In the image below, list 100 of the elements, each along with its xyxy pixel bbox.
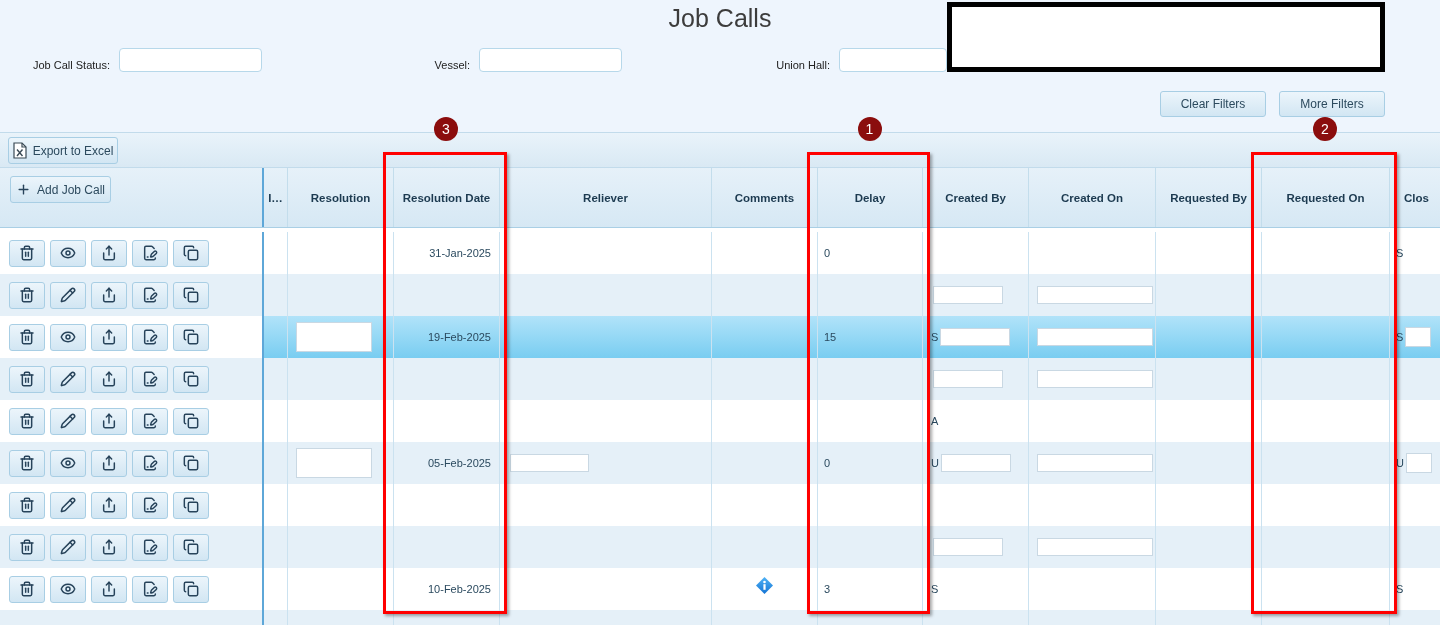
column-header[interactable]: Resolution bbox=[287, 168, 393, 227]
column-header[interactable]: Resolution Date bbox=[393, 168, 499, 227]
more-filters-button[interactable]: More Filters bbox=[1279, 91, 1385, 117]
delete-button[interactable] bbox=[9, 575, 45, 603]
cell-text: 19-Feb-2025 bbox=[428, 331, 491, 343]
cell-text: 15 bbox=[824, 331, 837, 343]
view-button[interactable] bbox=[50, 449, 86, 477]
copy-button[interactable] bbox=[173, 323, 209, 351]
add-job-call-button[interactable]: Add Job Call bbox=[10, 176, 111, 203]
copy-icon bbox=[183, 245, 199, 261]
edit-button[interactable] bbox=[50, 281, 86, 309]
filter-label: Union Hall: bbox=[776, 58, 830, 72]
trash-icon bbox=[19, 581, 35, 597]
document-edit-icon bbox=[142, 581, 158, 597]
page-title: Job Calls bbox=[668, 3, 772, 33]
delete-button[interactable] bbox=[9, 491, 45, 519]
filter-input[interactable] bbox=[479, 48, 622, 72]
delete-button[interactable] bbox=[9, 533, 45, 561]
cell-text: U bbox=[1396, 457, 1404, 469]
document-edit-icon bbox=[142, 329, 158, 345]
column-header[interactable]: Comments bbox=[711, 168, 817, 227]
delete-button[interactable] bbox=[9, 323, 45, 351]
copy-button[interactable] bbox=[173, 239, 209, 267]
cell-text: S bbox=[1396, 331, 1404, 343]
column-header[interactable]: I… bbox=[264, 168, 287, 227]
column-header[interactable]: Created On bbox=[1028, 168, 1155, 227]
document-edit-icon bbox=[142, 245, 158, 261]
column-header[interactable]: Requested On bbox=[1261, 168, 1389, 227]
column-header[interactable]: Requested By bbox=[1155, 168, 1261, 227]
copy-icon bbox=[183, 371, 199, 387]
cell-text: 0 bbox=[824, 247, 831, 259]
column-header[interactable]: Clos bbox=[1389, 168, 1440, 227]
view-button[interactable] bbox=[50, 323, 86, 351]
upload-icon bbox=[101, 329, 117, 345]
pencil-icon bbox=[60, 371, 76, 387]
edit-document-button[interactable] bbox=[132, 239, 168, 267]
document-edit-icon bbox=[142, 413, 158, 429]
cell-text: 0 bbox=[824, 457, 831, 469]
copy-button[interactable] bbox=[173, 533, 209, 561]
upload-icon bbox=[101, 245, 117, 261]
view-button[interactable] bbox=[50, 575, 86, 603]
copy-button[interactable] bbox=[173, 491, 209, 519]
delete-button[interactable] bbox=[9, 239, 45, 267]
cell-text: U bbox=[931, 457, 939, 469]
edit-button[interactable] bbox=[50, 491, 86, 519]
document-edit-icon bbox=[142, 539, 158, 555]
pencil-icon bbox=[60, 287, 76, 303]
copy-button[interactable] bbox=[173, 449, 209, 477]
export-button[interactable] bbox=[91, 491, 127, 519]
column-header[interactable]: Created By bbox=[922, 168, 1028, 227]
eye-icon bbox=[60, 581, 76, 597]
column-header[interactable]: Delay bbox=[817, 168, 922, 227]
filter-input[interactable] bbox=[839, 48, 947, 72]
export-button[interactable] bbox=[91, 365, 127, 393]
edit-document-button[interactable] bbox=[132, 407, 168, 435]
edit-document-button[interactable] bbox=[132, 281, 168, 309]
edit-document-button[interactable] bbox=[132, 449, 168, 477]
document-edit-icon bbox=[142, 371, 158, 387]
edit-document-button[interactable] bbox=[132, 575, 168, 603]
trash-icon bbox=[19, 245, 35, 261]
delete-button[interactable] bbox=[9, 449, 45, 477]
cell-text: S bbox=[931, 331, 939, 343]
delete-button[interactable] bbox=[9, 365, 45, 393]
copy-button[interactable] bbox=[173, 365, 209, 393]
table-row[interactable]: 05-Feb-2025 0 U U bbox=[0, 442, 1440, 484]
export-button[interactable] bbox=[91, 323, 127, 351]
export-button[interactable] bbox=[91, 533, 127, 561]
delete-button[interactable] bbox=[9, 281, 45, 309]
cell-text: 10-Feb-2025 bbox=[428, 583, 491, 595]
copy-button[interactable] bbox=[173, 575, 209, 603]
table-row[interactable]: 19-Feb-2025 15 S S bbox=[0, 316, 1440, 358]
trash-icon bbox=[19, 329, 35, 345]
column-header[interactable]: Reliever bbox=[499, 168, 711, 227]
view-button[interactable] bbox=[50, 239, 86, 267]
edit-button[interactable] bbox=[50, 365, 86, 393]
export-button[interactable]: Export to Excel bbox=[8, 137, 118, 164]
export-button[interactable] bbox=[91, 407, 127, 435]
filter-input[interactable] bbox=[119, 48, 262, 72]
edit-document-button[interactable] bbox=[132, 365, 168, 393]
edit-document-button[interactable] bbox=[132, 491, 168, 519]
upload-icon bbox=[101, 581, 117, 597]
export-button[interactable] bbox=[91, 449, 127, 477]
edit-document-button[interactable] bbox=[132, 533, 168, 561]
plus-icon bbox=[15, 182, 31, 197]
trash-icon bbox=[19, 287, 35, 303]
spreadsheet-file-icon bbox=[12, 142, 27, 159]
copy-button[interactable] bbox=[173, 281, 209, 309]
delete-button[interactable] bbox=[9, 407, 45, 435]
cell-text: S bbox=[931, 583, 939, 595]
edit-button[interactable] bbox=[50, 407, 86, 435]
clear-filters-button[interactable]: Clear Filters bbox=[1160, 91, 1266, 117]
export-button[interactable] bbox=[91, 239, 127, 267]
edit-document-button[interactable] bbox=[132, 323, 168, 351]
copy-button[interactable] bbox=[173, 407, 209, 435]
export-button[interactable] bbox=[91, 281, 127, 309]
export-button[interactable] bbox=[91, 575, 127, 603]
edit-button[interactable] bbox=[50, 533, 86, 561]
pencil-icon bbox=[60, 539, 76, 555]
cell-text: A bbox=[931, 415, 939, 427]
copy-icon bbox=[183, 329, 199, 345]
